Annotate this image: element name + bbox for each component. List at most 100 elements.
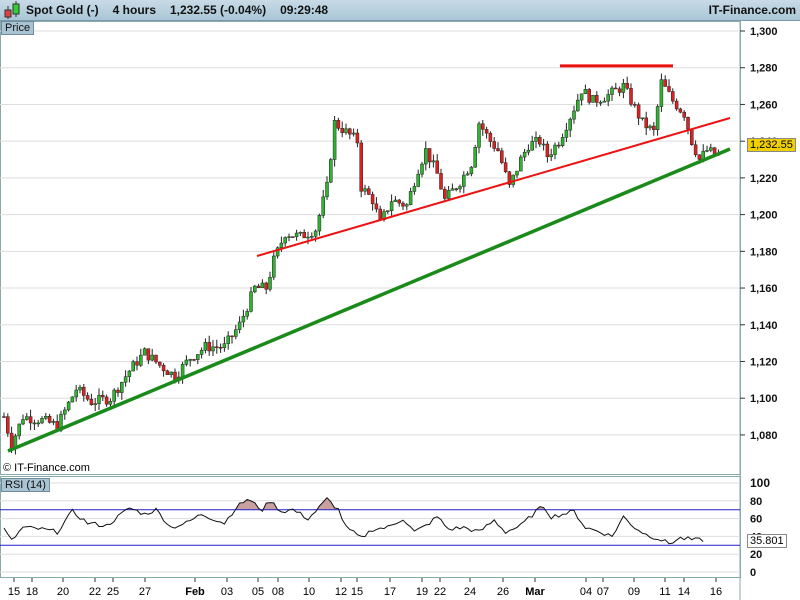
- x-tick-label: 15: [8, 586, 20, 598]
- candle-up: [420, 163, 424, 175]
- candle-up: [515, 170, 519, 176]
- candle-down: [291, 236, 295, 238]
- candle-up: [245, 311, 249, 317]
- candle-up: [564, 129, 569, 138]
- candle-down: [693, 144, 698, 156]
- candle-up: [351, 132, 356, 135]
- candle-up: [287, 236, 291, 238]
- x-tick-label: 20: [57, 586, 69, 598]
- candle-down: [690, 128, 694, 145]
- x-tick-label: 18: [26, 586, 38, 598]
- candle-up: [317, 215, 322, 232]
- candle-up: [222, 343, 227, 348]
- candle-up: [279, 242, 284, 248]
- candle-down: [256, 285, 261, 288]
- candle-up: [458, 186, 462, 190]
- candle-down: [587, 89, 591, 103]
- candle-down: [207, 342, 211, 352]
- candle-down: [340, 128, 344, 133]
- candle-down: [85, 395, 90, 400]
- x-tick-label: 26: [497, 586, 509, 598]
- candle-up: [93, 403, 97, 406]
- candle-up: [621, 82, 626, 93]
- x-tick-label: 17: [384, 586, 396, 598]
- candle-up: [44, 416, 48, 419]
- rsi-tick-label: 60: [750, 514, 762, 526]
- candle-up: [74, 389, 78, 398]
- candle-down: [492, 141, 496, 149]
- candle-up: [120, 382, 124, 393]
- candle-up: [576, 99, 580, 112]
- candle-down: [158, 361, 162, 366]
- candle-down: [401, 202, 405, 207]
- candle-up: [325, 181, 329, 198]
- candle-up: [123, 376, 128, 383]
- x-tick-label: 09: [628, 586, 640, 598]
- candle-up: [97, 394, 101, 404]
- y-tick-label: 1,200: [750, 210, 778, 222]
- y-tick-label: 1,160: [750, 283, 778, 295]
- candle-up: [188, 359, 192, 361]
- chart-canvas[interactable]: 1,080 1,100 1,120 1,140 1,160 1,180 1,200 1,220…: [0, 0, 800, 600]
- candle-up: [32, 422, 37, 425]
- candle-down: [443, 188, 447, 199]
- candle-up: [234, 329, 238, 337]
- candle-up: [329, 159, 333, 183]
- candle-up: [131, 361, 135, 372]
- current-rsi-tag: 35.801: [747, 534, 787, 548]
- candle-down: [663, 79, 667, 87]
- y-tick-label: 1,180: [750, 246, 778, 258]
- candle-up: [568, 118, 572, 131]
- candle-down: [215, 346, 219, 349]
- candle-up: [572, 110, 576, 120]
- candle-up: [416, 173, 420, 187]
- candle-down: [302, 231, 306, 239]
- candle-down: [484, 129, 489, 134]
- candle-up: [268, 276, 272, 290]
- rsi-tick-label: 0: [750, 567, 756, 579]
- candle-up: [389, 201, 394, 211]
- candle-up: [579, 93, 584, 101]
- candle-up: [405, 204, 409, 207]
- candle-up: [526, 149, 531, 153]
- candle-up: [40, 418, 44, 424]
- candle-up: [17, 423, 21, 437]
- candle-up: [196, 354, 200, 360]
- candle-up: [659, 79, 664, 107]
- candle-up: [199, 349, 204, 355]
- candle-up: [283, 237, 287, 244]
- candle-up: [332, 120, 337, 160]
- candle-up: [25, 416, 29, 420]
- x-tick-label: 12: [335, 586, 347, 598]
- candle-up: [602, 100, 607, 103]
- candle-up: [591, 95, 595, 103]
- candle-up: [321, 196, 325, 216]
- candle-up: [450, 188, 455, 191]
- x-tick-label: 11: [659, 586, 670, 598]
- candle-down: [545, 143, 550, 158]
- candle-up: [127, 370, 132, 377]
- candle-up: [709, 147, 713, 151]
- candle-down: [488, 132, 493, 142]
- candle-up: [63, 409, 67, 415]
- candle-up: [393, 199, 398, 202]
- candle-down: [614, 87, 618, 90]
- candle-up: [180, 364, 185, 378]
- y-tick-label: 1,300: [750, 26, 778, 38]
- x-tick-label: 19: [416, 586, 428, 598]
- candle-down: [146, 348, 151, 361]
- candle-down: [161, 365, 166, 372]
- candle-up: [313, 230, 318, 237]
- candle-down: [557, 144, 561, 147]
- candle-down: [47, 416, 52, 423]
- x-tick-label: 04: [580, 586, 592, 598]
- candle-up: [519, 156, 523, 172]
- candle-down: [165, 370, 170, 375]
- candle-down: [633, 104, 637, 106]
- candle-up: [473, 147, 477, 168]
- x-tick-label: 10: [303, 586, 315, 598]
- candle-down: [454, 188, 458, 190]
- y-tick-label: 1,260: [750, 99, 778, 111]
- candle-up: [446, 190, 451, 199]
- candle-down: [82, 386, 86, 396]
